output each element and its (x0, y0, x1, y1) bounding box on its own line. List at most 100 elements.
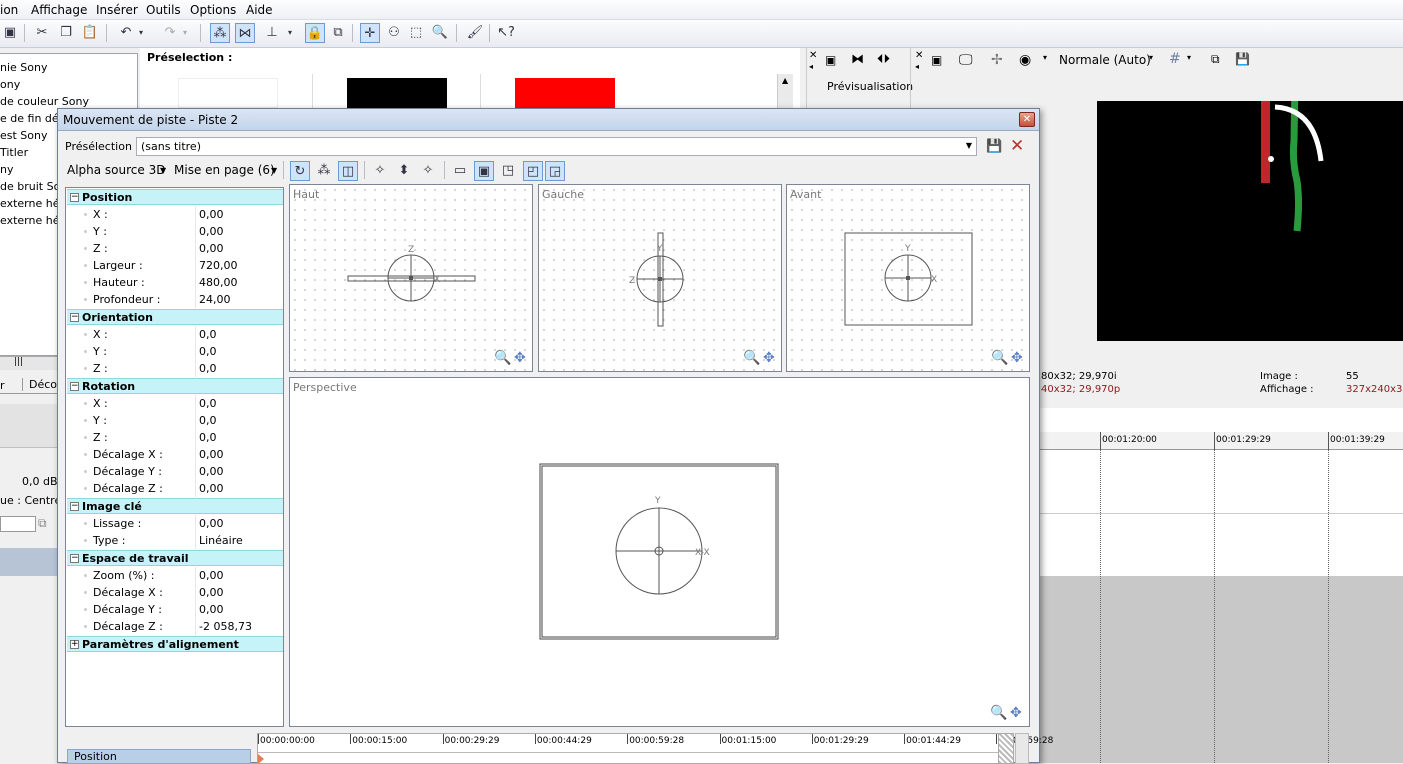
menu-item-tools[interactable]: Outils (146, 3, 181, 17)
list-item[interactable]: est Sony (0, 129, 48, 142)
lock-z-axis-icon[interactable]: ✧ (418, 161, 438, 181)
property-row[interactable]: Y : 0,00 (67, 223, 283, 240)
render-icon[interactable]: 🖌 (465, 23, 485, 43)
timeline-track-2[interactable] (1040, 514, 1403, 576)
properties-icon[interactable]: ▣ (0, 23, 20, 43)
properties-icon[interactable]: ▣ (931, 53, 942, 67)
property-row[interactable]: Décalage X : 0,00 (67, 584, 283, 601)
chevron-down-icon[interactable]: ▼ (271, 166, 277, 175)
property-row[interactable]: Décalage X : 0,00 (67, 446, 283, 463)
property-row[interactable]: X : 0,0 (67, 326, 283, 343)
track-selected[interactable] (0, 548, 57, 576)
preset-swatch-red[interactable] (515, 78, 615, 108)
collapse-icon[interactable]: − (70, 313, 79, 322)
zoom-icon[interactable]: 🔍 (743, 350, 760, 366)
horizontal-scrollbar[interactable]: ||| (0, 356, 57, 370)
view-perspective[interactable]: Perspective Y X-X 🔍 ✥ (289, 377, 1030, 727)
fit-icon[interactable]: ⧓ (851, 52, 864, 67)
ripple-dropdown-icon[interactable]: ▾ (284, 23, 296, 43)
prevent-movement-y-icon[interactable]: ◰ (523, 161, 543, 181)
property-value[interactable]: 0,00 (199, 448, 224, 461)
property-row[interactable]: Lissage : 0,00 (67, 515, 283, 532)
tab-transitions[interactable]: Déco (22, 378, 57, 391)
pin-icon[interactable]: ◂ (809, 62, 813, 71)
timeline-ruler[interactable]: 00:01:20:00 00:01:29:29 00:01:39:29 (1040, 432, 1403, 450)
section-header[interactable]: − Rotation (67, 378, 283, 394)
property-row[interactable]: X : 0,00 (67, 206, 283, 223)
zoom-icon[interactable]: 🔍 (991, 350, 1008, 366)
lock-x-axis-icon[interactable]: ✧ (370, 161, 390, 181)
close-icon[interactable]: ✕ (809, 50, 817, 61)
property-row[interactable]: Y : 0,0 (67, 412, 283, 429)
view-front[interactable]: Avant Y X 🔍 ✥ (786, 184, 1030, 372)
chevron-down-icon[interactable]: ▼ (966, 141, 972, 150)
envelope-tool-icon[interactable]: ⚇ (384, 23, 404, 43)
pan-icon[interactable]: ✥ (763, 350, 775, 366)
paste-icon[interactable]: 📋 (80, 23, 100, 43)
keyframe-timeline[interactable]: 00:00:00:00 00:00:15:00 00:00:29:29 00:00:4… (257, 733, 1053, 764)
grid-dropdown-icon[interactable]: ▾ (1187, 53, 1191, 62)
slider-handle-icon[interactable]: ⧉ (38, 516, 47, 531)
chevron-down-icon[interactable]: ▼ (160, 166, 166, 175)
redo-icon[interactable]: ↷ (160, 23, 180, 43)
external-monitor-icon[interactable]: 🖵 (959, 52, 973, 68)
ripple-edit-icon[interactable]: ⊥ (262, 23, 282, 43)
list-item[interactable]: ny (0, 163, 13, 176)
scroll-up-icon[interactable]: ▲ (782, 76, 788, 85)
property-row[interactable]: X : 0,0 (67, 395, 283, 412)
close-icon[interactable]: ✕ (915, 50, 923, 61)
undo-icon[interactable]: ↶ (116, 23, 136, 43)
section-header[interactable]: − Orientation (67, 309, 283, 325)
property-row[interactable]: Z : 0,0 (67, 429, 283, 446)
property-value[interactable]: 0,00 (199, 517, 224, 530)
auto-crossfade-icon[interactable]: ⋈ (235, 23, 255, 43)
split-icon[interactable]: ⏴⏵ (877, 52, 890, 67)
snap-icon[interactable]: ⁂ (210, 23, 230, 43)
section-header[interactable]: − Image clé (67, 498, 283, 514)
section-header[interactable]: − Espace de travail (67, 550, 283, 566)
property-row[interactable]: Z : 0,0 (67, 360, 283, 377)
property-row[interactable]: Décalage Y : 0,00 (67, 601, 283, 618)
property-value[interactable]: 0,00 (199, 225, 224, 238)
tab-explorer[interactable]: r (0, 379, 5, 392)
preset-swatch-black[interactable] (347, 78, 447, 108)
copy-frame-icon[interactable]: ⧉ (1211, 52, 1220, 67)
dialog-titlebar[interactable]: Mouvement de piste - Piste 2 ✕ (58, 109, 1039, 131)
grid-icon[interactable]: # (1169, 51, 1181, 67)
layout-dropdown[interactable]: Mise en page (6) (174, 163, 275, 177)
collapse-icon[interactable]: − (70, 382, 79, 391)
edit-in-object-space-icon[interactable]: ▭ (450, 161, 470, 181)
property-value[interactable]: 0,00 (199, 208, 224, 221)
property-row[interactable]: Décalage Z : 0,00 (67, 480, 283, 497)
preset-swatch-white[interactable] (178, 78, 278, 108)
collapse-icon[interactable]: − (70, 554, 79, 563)
section-header[interactable]: − Position (67, 189, 283, 205)
lock-y-axis-icon[interactable]: ⬍ (394, 161, 414, 181)
property-value[interactable]: 0,0 (199, 431, 217, 444)
property-value[interactable]: 0,0 (199, 397, 217, 410)
source-alpha-dropdown[interactable]: Alpha source 3D (67, 163, 165, 177)
property-row[interactable]: Largeur : 720,00 (67, 257, 283, 274)
timeline-track-1[interactable] (1040, 450, 1403, 514)
pan-icon[interactable]: ✥ (514, 350, 526, 366)
list-item[interactable]: Titler (0, 146, 28, 159)
property-row[interactable]: Décalage Y : 0,00 (67, 463, 283, 480)
normal-edit-tool-icon[interactable]: ✛ (360, 23, 380, 43)
preset-dropdown[interactable]: (sans titre) ▼ (136, 137, 977, 156)
list-item[interactable]: ony (0, 78, 20, 91)
property-value[interactable]: 720,00 (199, 259, 238, 272)
property-row[interactable]: Profondeur : 24,00 (67, 291, 283, 308)
collapse-icon[interactable]: − (70, 193, 79, 202)
list-item[interactable]: de couleur Sony (0, 95, 89, 108)
save-preset-icon[interactable]: 💾 (986, 139, 1002, 154)
copy-icon[interactable]: ❐ (56, 23, 76, 43)
delete-preset-icon[interactable]: ✕ (1010, 136, 1024, 156)
pin-icon[interactable]: ◂ (915, 62, 919, 71)
properties-icon[interactable]: ▣ (825, 53, 836, 67)
property-value[interactable]: -2 058,73 (199, 620, 252, 633)
quality-dropdown-icon[interactable]: ▾ (1149, 53, 1153, 62)
property-value[interactable]: 0,00 (199, 603, 224, 616)
property-value[interactable]: 0,00 (199, 242, 224, 255)
zoom-icon[interactable]: 🔍 (494, 350, 511, 366)
property-value[interactable]: 0,00 (199, 569, 224, 582)
